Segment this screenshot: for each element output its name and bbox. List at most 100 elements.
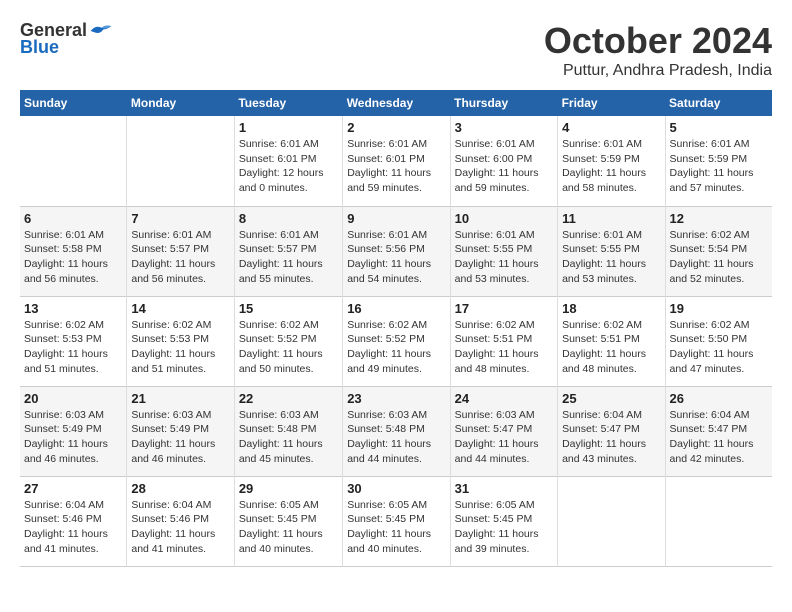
day-cell: 31Sunrise: 6:05 AM Sunset: 5:45 PM Dayli… bbox=[450, 476, 557, 566]
day-info: Sunrise: 6:02 AM Sunset: 5:50 PM Dayligh… bbox=[670, 318, 768, 377]
month-title: October 2024 bbox=[544, 20, 772, 62]
day-cell: 25 Sunrise: 6:04 AM Sunset: 5:47 PM Dayli… bbox=[558, 386, 665, 476]
day-cell: 18 Sunrise: 6:02 AM Sunset: 5:51 PM Dayli… bbox=[558, 296, 665, 386]
header-sunday: Sunday bbox=[20, 90, 127, 116]
day-number: 7 bbox=[131, 211, 229, 226]
week-row-1: 1 Sunrise: 6:01 AM Sunset: 6:01 PM Daylig… bbox=[20, 116, 772, 206]
day-cell: 29Sunrise: 6:05 AM Sunset: 5:45 PM Dayli… bbox=[234, 476, 342, 566]
day-number: 25 bbox=[562, 391, 660, 406]
day-info: Sunrise: 6:02 AM Sunset: 5:53 PM Dayligh… bbox=[131, 318, 229, 377]
day-number: 8 bbox=[239, 211, 338, 226]
header-monday: Monday bbox=[127, 90, 234, 116]
day-number: 11 bbox=[562, 211, 660, 226]
day-info: Sunrise: 6:01 AM Sunset: 5:55 PM Dayligh… bbox=[562, 228, 660, 287]
day-number: 2 bbox=[347, 120, 445, 135]
day-number: 10 bbox=[455, 211, 553, 226]
day-cell: 8 Sunrise: 6:01 AM Sunset: 5:57 PM Daylig… bbox=[234, 206, 342, 296]
day-cell: 15 Sunrise: 6:02 AM Sunset: 5:52 PM Dayli… bbox=[234, 296, 342, 386]
calendar-table: SundayMondayTuesdayWednesdayThursdayFrid… bbox=[20, 90, 772, 567]
day-number: 22 bbox=[239, 391, 338, 406]
day-info: Sunrise: 6:01 AM Sunset: 5:59 PM Dayligh… bbox=[670, 137, 768, 196]
day-number: 6 bbox=[24, 211, 122, 226]
day-cell: 16Sunrise: 6:02 AM Sunset: 5:52 PM Dayli… bbox=[343, 296, 450, 386]
day-info: Sunrise: 6:01 AM Sunset: 6:00 PM Dayligh… bbox=[455, 137, 553, 196]
page-header: General Blue October 2024 Puttur, Andhra… bbox=[20, 20, 772, 80]
day-info: Sunrise: 6:02 AM Sunset: 5:52 PM Dayligh… bbox=[347, 318, 445, 377]
day-number: 15 bbox=[239, 301, 338, 316]
header-saturday: Saturday bbox=[665, 90, 772, 116]
week-row-3: 13 Sunrise: 6:02 AM Sunset: 5:53 PM Dayli… bbox=[20, 296, 772, 386]
day-info: Sunrise: 6:01 AM Sunset: 5:58 PM Dayligh… bbox=[24, 228, 122, 287]
day-cell: 10 Sunrise: 6:01 AM Sunset: 5:55 PM Dayli… bbox=[450, 206, 557, 296]
day-info: Sunrise: 6:04 AM Sunset: 5:46 PM Dayligh… bbox=[131, 498, 229, 557]
day-number: 26 bbox=[670, 391, 768, 406]
header-thursday: Thursday bbox=[450, 90, 557, 116]
day-number: 12 bbox=[670, 211, 768, 226]
week-row-5: 27 Sunrise: 6:04 AM Sunset: 5:46 PM Dayli… bbox=[20, 476, 772, 566]
day-number: 24 bbox=[455, 391, 553, 406]
logo-blue: Blue bbox=[20, 37, 59, 58]
day-cell: 7 Sunrise: 6:01 AM Sunset: 5:57 PM Daylig… bbox=[127, 206, 234, 296]
day-info: Sunrise: 6:01 AM Sunset: 6:01 PM Dayligh… bbox=[239, 137, 338, 196]
day-info: Sunrise: 6:05 AM Sunset: 5:45 PM Dayligh… bbox=[347, 498, 445, 557]
day-cell: 19 Sunrise: 6:02 AM Sunset: 5:50 PM Dayli… bbox=[665, 296, 772, 386]
day-info: Sunrise: 6:02 AM Sunset: 5:52 PM Dayligh… bbox=[239, 318, 338, 377]
day-info: Sunrise: 6:05 AM Sunset: 5:45 PM Dayligh… bbox=[455, 498, 553, 557]
day-number: 27 bbox=[24, 481, 122, 496]
day-cell: 23Sunrise: 6:03 AM Sunset: 5:48 PM Dayli… bbox=[343, 386, 450, 476]
calendar-body: 1 Sunrise: 6:01 AM Sunset: 6:01 PM Daylig… bbox=[20, 116, 772, 566]
day-info: Sunrise: 6:01 AM Sunset: 5:55 PM Dayligh… bbox=[455, 228, 553, 287]
day-cell: 26 Sunrise: 6:04 AM Sunset: 5:47 PM Dayli… bbox=[665, 386, 772, 476]
day-number: 14 bbox=[131, 301, 229, 316]
day-info: Sunrise: 6:01 AM Sunset: 5:59 PM Dayligh… bbox=[562, 137, 660, 196]
day-cell: 6 Sunrise: 6:01 AM Sunset: 5:58 PM Daylig… bbox=[20, 206, 127, 296]
day-info: Sunrise: 6:01 AM Sunset: 5:57 PM Dayligh… bbox=[239, 228, 338, 287]
day-info: Sunrise: 6:03 AM Sunset: 5:49 PM Dayligh… bbox=[24, 408, 122, 467]
day-number: 13 bbox=[24, 301, 122, 316]
day-info: Sunrise: 6:01 AM Sunset: 6:01 PM Dayligh… bbox=[347, 137, 445, 196]
week-row-4: 20Sunrise: 6:03 AM Sunset: 5:49 PM Dayli… bbox=[20, 386, 772, 476]
header-wednesday: Wednesday bbox=[343, 90, 450, 116]
day-number: 1 bbox=[239, 120, 338, 135]
day-cell bbox=[665, 476, 772, 566]
day-number: 3 bbox=[455, 120, 553, 135]
day-number: 21 bbox=[131, 391, 229, 406]
day-number: 17 bbox=[455, 301, 553, 316]
day-cell: 30 Sunrise: 6:05 AM Sunset: 5:45 PM Dayli… bbox=[343, 476, 450, 566]
day-cell bbox=[127, 116, 234, 206]
day-cell bbox=[558, 476, 665, 566]
day-info: Sunrise: 6:04 AM Sunset: 5:47 PM Dayligh… bbox=[670, 408, 768, 467]
day-cell: 11 Sunrise: 6:01 AM Sunset: 5:55 PM Dayli… bbox=[558, 206, 665, 296]
day-cell: 14 Sunrise: 6:02 AM Sunset: 5:53 PM Dayli… bbox=[127, 296, 234, 386]
day-cell bbox=[20, 116, 127, 206]
day-cell: 28 Sunrise: 6:04 AM Sunset: 5:46 PM Dayli… bbox=[127, 476, 234, 566]
location: Puttur, Andhra Pradesh, India bbox=[544, 62, 772, 80]
day-number: 18 bbox=[562, 301, 660, 316]
day-number: 9 bbox=[347, 211, 445, 226]
day-cell: 24 Sunrise: 6:03 AM Sunset: 5:47 PM Dayli… bbox=[450, 386, 557, 476]
day-info: Sunrise: 6:01 AM Sunset: 5:57 PM Dayligh… bbox=[131, 228, 229, 287]
day-info: Sunrise: 6:02 AM Sunset: 5:53 PM Dayligh… bbox=[24, 318, 122, 377]
day-cell: 21 Sunrise: 6:03 AM Sunset: 5:49 PM Dayli… bbox=[127, 386, 234, 476]
day-cell: 5 Sunrise: 6:01 AM Sunset: 5:59 PM Daylig… bbox=[665, 116, 772, 206]
day-info: Sunrise: 6:04 AM Sunset: 5:46 PM Dayligh… bbox=[24, 498, 122, 557]
day-number: 28 bbox=[131, 481, 229, 496]
day-cell: 2 Sunrise: 6:01 AM Sunset: 6:01 PM Daylig… bbox=[343, 116, 450, 206]
day-number: 19 bbox=[670, 301, 768, 316]
day-cell: 4Sunrise: 6:01 AM Sunset: 5:59 PM Daylig… bbox=[558, 116, 665, 206]
day-cell: 20Sunrise: 6:03 AM Sunset: 5:49 PM Dayli… bbox=[20, 386, 127, 476]
day-cell: 1 Sunrise: 6:01 AM Sunset: 6:01 PM Daylig… bbox=[234, 116, 342, 206]
day-info: Sunrise: 6:03 AM Sunset: 5:47 PM Dayligh… bbox=[455, 408, 553, 467]
day-info: Sunrise: 6:04 AM Sunset: 5:47 PM Dayligh… bbox=[562, 408, 660, 467]
day-number: 5 bbox=[670, 120, 768, 135]
day-info: Sunrise: 6:02 AM Sunset: 5:51 PM Dayligh… bbox=[562, 318, 660, 377]
day-cell: 17 Sunrise: 6:02 AM Sunset: 5:51 PM Dayli… bbox=[450, 296, 557, 386]
header-friday: Friday bbox=[558, 90, 665, 116]
day-cell: 3 Sunrise: 6:01 AM Sunset: 6:00 PM Daylig… bbox=[450, 116, 557, 206]
day-info: Sunrise: 6:02 AM Sunset: 5:51 PM Dayligh… bbox=[455, 318, 553, 377]
day-info: Sunrise: 6:03 AM Sunset: 5:49 PM Dayligh… bbox=[131, 408, 229, 467]
day-info: Sunrise: 6:03 AM Sunset: 5:48 PM Dayligh… bbox=[347, 408, 445, 467]
logo-bird-icon bbox=[89, 22, 113, 40]
day-number: 30 bbox=[347, 481, 445, 496]
day-info: Sunrise: 6:05 AM Sunset: 5:45 PM Dayligh… bbox=[239, 498, 338, 557]
